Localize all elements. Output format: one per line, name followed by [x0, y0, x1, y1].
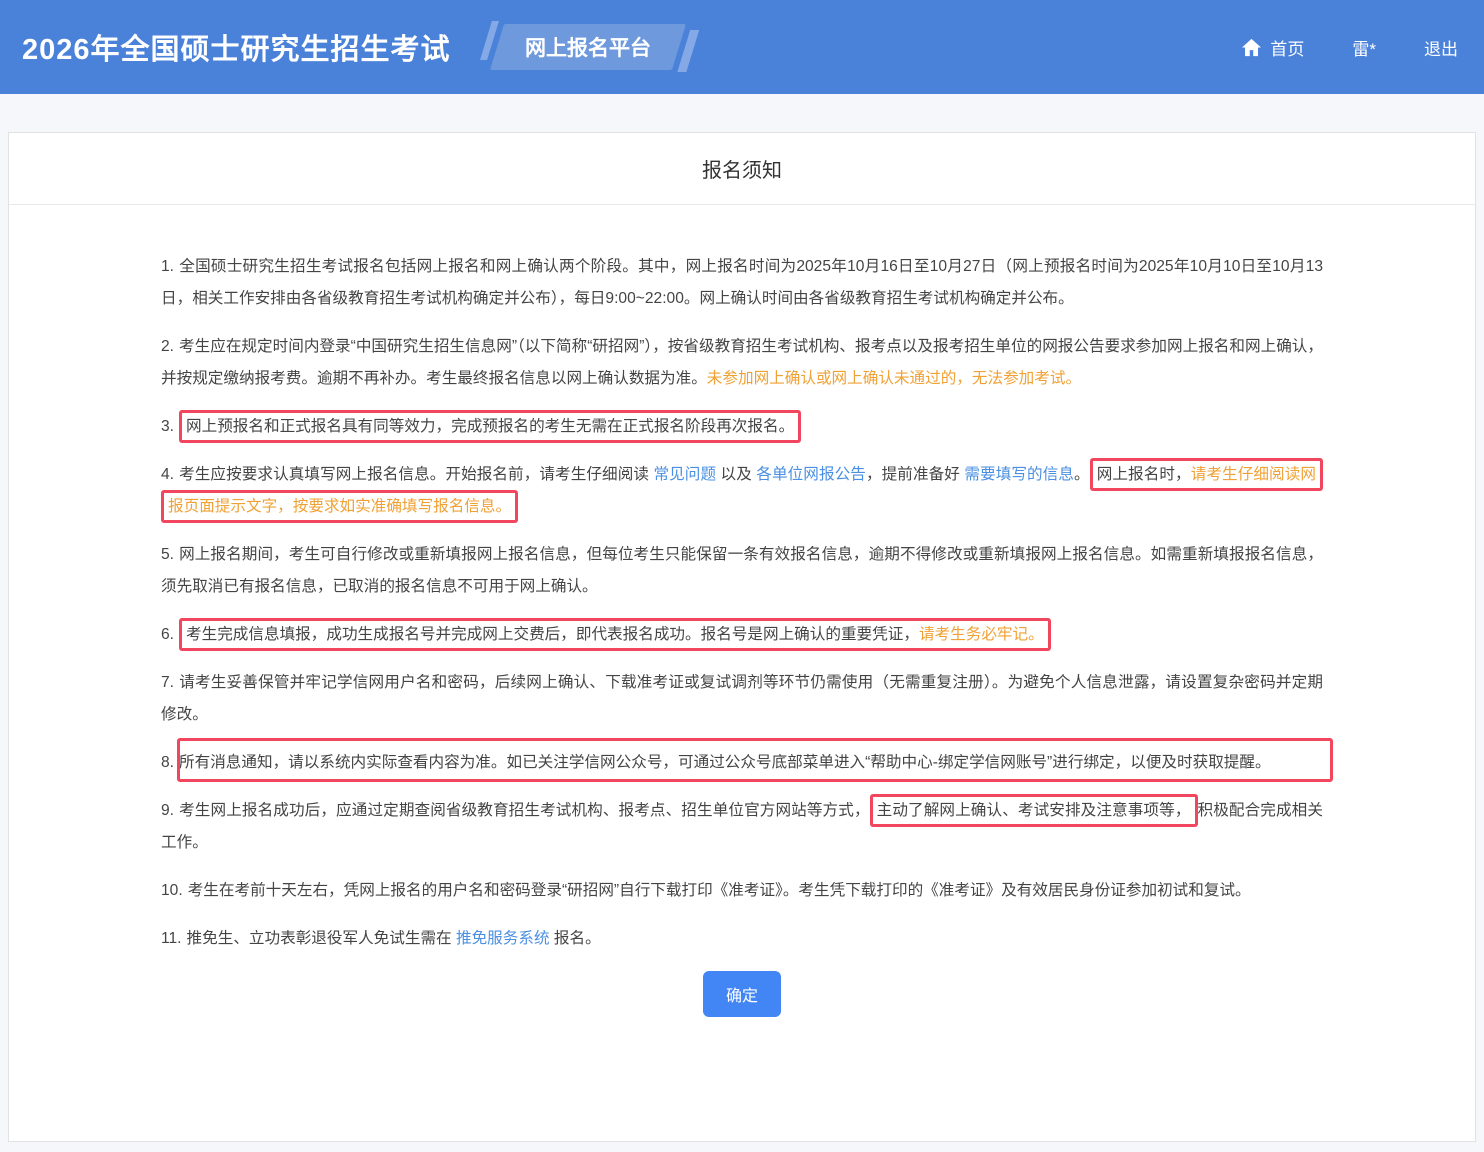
item-number: 8. [161, 754, 174, 771]
item-10-text: 考生在考前十天左右，凭网上报名的用户名和密码登录“研招网”自行下载打印《准考证》… [188, 882, 1251, 899]
app-header: 2026年全国硕士研究生招生考试 网上报名平台 首页 雷* 退出 [0, 0, 1484, 94]
item-4-text: 。 [1074, 466, 1090, 483]
notice-item-1: 1.全国硕士研究生招生考试报名包括网上报名和网上确认两个阶段。其中，网上报名时间… [161, 251, 1323, 315]
item-3-text: 网上预报名和正式报名具有同等效力，完成预报名的考生无需在正式报名阶段再次报名。 [186, 418, 794, 435]
item-4-text: ，提前准备好 [866, 466, 964, 483]
item-11-text: 推免生、立功表彰退役军人免试生需在 [187, 930, 456, 947]
item-number: 9. [161, 802, 174, 819]
item-11-text: 报名。 [550, 930, 601, 947]
notice-item-9: 9. 考生网上报名成功后，应通过定期查阅省级教育招生考试机构、报考点、招生单位官方… [161, 795, 1323, 859]
notice-item-3: 3. 网上预报名和正式报名具有同等效力，完成预报名的考生无需在正式报名阶段再次报名… [161, 411, 1323, 443]
item-number: 10. [161, 882, 183, 899]
item-8-text: 所有消息通知，请以系统内实际查看内容为准。如已关注学信网公众号，可通过公众号底部… [179, 754, 1271, 771]
notice-content: 1.全国硕士研究生招生考试报名包括网上报名和网上确认两个阶段。其中，网上报名时间… [9, 205, 1475, 1073]
highlight-box-item-6: 考生完成信息填报，成功生成报名号并完成网上交费后，即代表报名成功。报名号是网上确… [179, 618, 1051, 651]
link-faq[interactable]: 常见问题 [653, 466, 716, 483]
item-number: 7. [161, 674, 174, 691]
item-9-text: 考生网上报名成功后，应通过定期查阅省级教育招生考试机构、报考点、招生单位官方网站… [179, 802, 870, 819]
item-4-boxed-text: 网上报名时， [1097, 466, 1191, 483]
highlight-box-item-3: 网上预报名和正式报名具有同等效力，完成预报名的考生无需在正式报名阶段再次报名。 [179, 410, 801, 443]
platform-badge-label: 网上报名平台 [525, 32, 651, 62]
item-number: 1. [161, 258, 174, 275]
nav-home[interactable]: 首页 [1241, 35, 1304, 60]
notice-item-2: 2.考生应在规定时间内登录“中国研究生招生信息网”（以下简称“研招网”），按省级… [161, 331, 1323, 395]
app-title: 2026年全国硕士研究生招生考试 [22, 26, 451, 68]
home-icon [1241, 38, 1262, 57]
item-number: 11. [161, 930, 182, 947]
link-required-info[interactable]: 需要填写的信息 [964, 466, 1074, 483]
item-1-text: 全国硕士研究生招生考试报名包括网上报名和网上确认两个阶段。其中，网上报名时间为2… [161, 258, 1323, 307]
item-number: 4. [161, 466, 174, 483]
link-unit-bulletins[interactable]: 各单位网报公告 [756, 466, 866, 483]
item-4-text: 考生应按要求认真填写网上报名信息。开始报名前，请考生仔细阅读 [179, 466, 653, 483]
notice-item-6: 6. 考生完成信息填报，成功生成报名号并完成网上交费后，即代表报名成功。报名号是网… [161, 619, 1323, 651]
notice-card: 报名须知 1.全国硕士研究生招生考试报名包括网上报名和网上确认两个阶段。其中，网… [8, 132, 1476, 1142]
nav-logout-label: 退出 [1424, 35, 1458, 60]
header-nav: 首页 雷* 退出 [1241, 35, 1458, 60]
item-6-warning-text: 请考生务必牢记。 [919, 626, 1044, 643]
highlight-box-item-9: 主动了解网上确认、考试安排及注意事项等， [870, 794, 1198, 827]
item-9-boxed-text: 主动了解网上确认、考试安排及注意事项等， [877, 802, 1191, 819]
item-5-text: 网上报名期间，考生可自行修改或重新填报网上报名信息，但每位考生只能保留一条有效报… [161, 546, 1323, 595]
item-number: 6. [161, 626, 174, 643]
notice-item-10: 10. 考生在考前十天左右，凭网上报名的用户名和密码登录“研招网”自行下载打印《准… [161, 875, 1323, 907]
notice-item-7: 7.请考生妥善保管并牢记学信网用户名和密码，后续网上确认、下载准考证或复试调剂等… [161, 667, 1323, 731]
nav-home-label: 首页 [1270, 35, 1304, 60]
notice-item-4: 4. 考生应按要求认真填写网上报名信息。开始报名前，请考生仔细阅读 常见问题 以及… [161, 459, 1323, 523]
nav-username-label: 雷* [1352, 35, 1376, 60]
item-7-text: 请考生妥善保管并牢记学信网用户名和密码，后续网上确认、下载准考证或复试调剂等环节… [161, 674, 1323, 723]
notice-item-11: 11. 推免生、立功表彰退役军人免试生需在 推免服务系统 报名。 [161, 923, 1323, 955]
nav-logout[interactable]: 退出 [1424, 35, 1458, 60]
item-6-text: 考生完成信息填报，成功生成报名号并完成网上交费后，即代表报名成功。报名号是网上确… [186, 626, 919, 643]
footer-actions: 确定 [161, 971, 1323, 1053]
nav-username[interactable]: 雷* [1352, 35, 1376, 60]
item-number: 3. [161, 418, 174, 435]
platform-badge: 网上报名平台 [489, 24, 685, 70]
item-number: 2. [161, 338, 174, 355]
notice-item-5: 5.网上报名期间，考生可自行修改或重新填报网上报名信息，但每位考生只能保留一条有… [161, 539, 1323, 603]
notice-item-8: 8. 所有消息通知，请以系统内实际查看内容为准。如已关注学信网公众号，可通过公众号… [161, 747, 1323, 779]
page-title: 报名须知 [9, 133, 1475, 205]
confirm-button[interactable]: 确定 [703, 971, 781, 1017]
item-2-warning-text: 未参加网上确认或网上确认未通过的，无法参加考试。 [707, 370, 1081, 387]
item-4-text: 以及 [716, 466, 756, 483]
link-tuimian-service-system[interactable]: 推免服务系统 [456, 930, 550, 947]
item-number: 5. [161, 546, 174, 563]
